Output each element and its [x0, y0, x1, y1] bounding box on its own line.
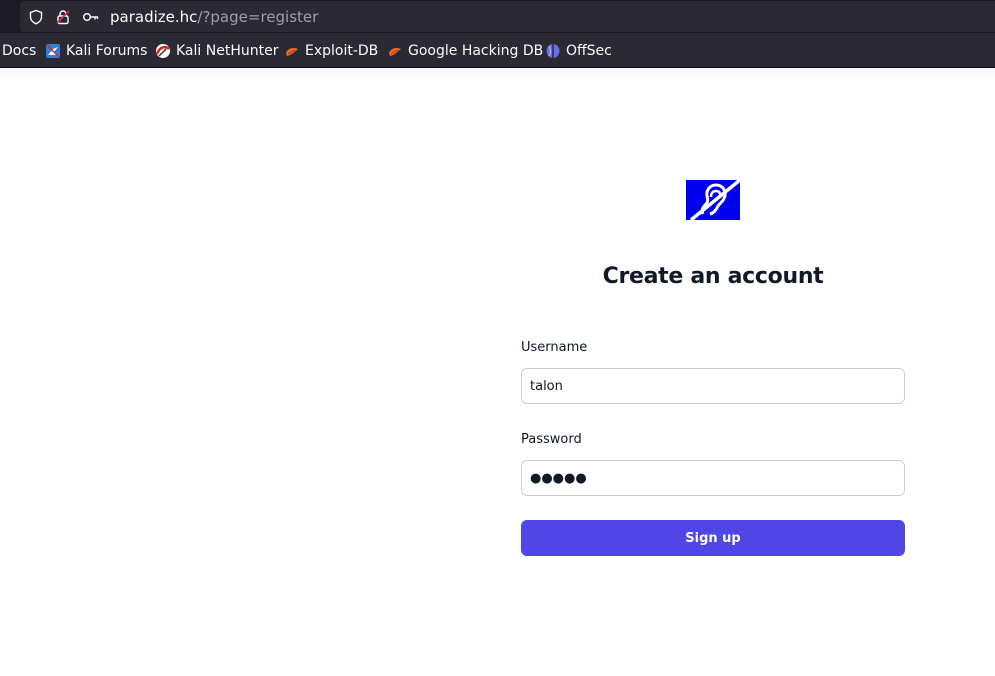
bookmark-label: OffSec [566, 43, 612, 59]
bookmark-kali-nethunter[interactable]: Kali NetHunter [155, 42, 278, 60]
bookmark-label: Exploit-DB [305, 43, 379, 59]
bookmark-label: Kali Forums [66, 43, 148, 59]
username-label: Username [521, 340, 588, 355]
offsec-icon [545, 43, 561, 59]
url-text[interactable]: paradize.hc/?page=register [110, 7, 318, 27]
ghdb-icon [387, 43, 403, 59]
bookmark-label: Docs [2, 43, 37, 59]
page-content: Create an account Username talon Passwor… [0, 68, 995, 676]
sign-up-button[interactable]: Sign up [521, 520, 905, 556]
bookmark-offsec[interactable]: OffSec [545, 42, 612, 60]
page-title: Create an account [602, 264, 824, 289]
exploit-db-icon [284, 43, 300, 59]
address-bar[interactable]: paradize.hc/?page=register [20, 1, 995, 32]
kali-forums-icon [45, 43, 61, 59]
kali-nethunter-icon [155, 43, 171, 59]
insecure-lock-icon[interactable] [54, 8, 72, 26]
bookmark-docs[interactable]: Docs [2, 42, 36, 60]
hearing-accessibility-icon [686, 178, 742, 222]
bookmark-kali-forums[interactable]: Kali Forums [45, 42, 147, 60]
url-host: paradize.hc [110, 8, 198, 26]
bookmarks-toolbar: Docs Kali Forums Kali NetHunter Exploit-… [0, 33, 995, 68]
key-icon[interactable] [82, 8, 100, 26]
page-top-gradient [0, 68, 995, 80]
bookmark-exploit-db[interactable]: Exploit-DB [284, 42, 378, 60]
password-label: Password [521, 432, 582, 447]
bookmark-google-hacking-db[interactable]: Google Hacking DB [387, 42, 543, 60]
username-field[interactable]: talon [521, 368, 905, 404]
shield-icon[interactable] [27, 8, 45, 26]
password-value: ●●●●● [530, 470, 587, 486]
username-value: talon [530, 378, 563, 394]
browser-toolbar: paradize.hc/?page=register [0, 0, 995, 33]
url-path: /?page=register [197, 8, 319, 26]
bookmark-label: Google Hacking DB [408, 43, 544, 59]
bookmark-label: Kali NetHunter [176, 43, 279, 59]
password-field[interactable]: ●●●●● [521, 460, 905, 496]
